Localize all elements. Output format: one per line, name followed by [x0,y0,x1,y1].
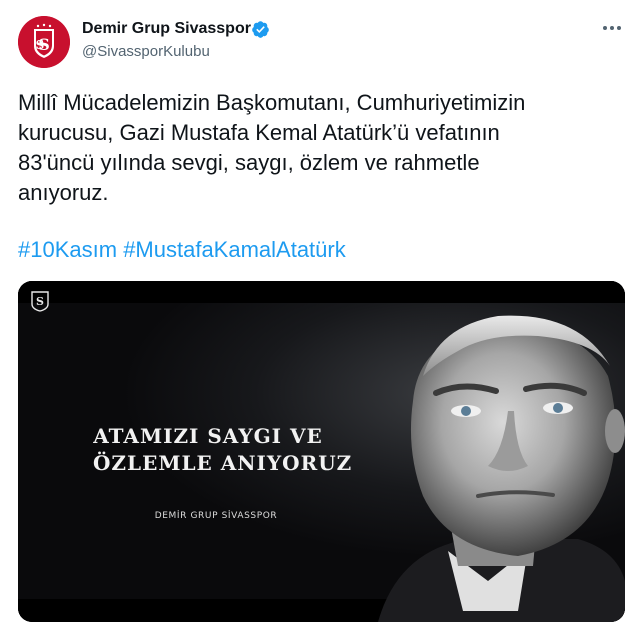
tweet-text-line: 83'üncü yılında sevgi, saygı, özlem ve r… [18,150,480,175]
tweet-text: Millî Mücadelemizin Başkomutanı, Cumhuri… [18,88,618,208]
author-display-name[interactable]: Demir Grup Sivasspor [82,20,251,38]
media-title-line: ÖZLEMLE ANIYORUZ [93,451,353,475]
media-title: ATAMIZI SAYGI VE ÖZLEMLE ANIYORUZ [93,423,353,477]
tweet-media-image[interactable]: S ATAMIZI SAYGI VE ÖZLEMLE ANIYORUZ DEMİ… [18,281,625,622]
sivasspor-logo-icon: S S [18,16,70,68]
hashtag-10kasim[interactable]: #10Kasım [18,237,117,262]
more-dot-icon [603,26,607,30]
tweet-text-line: Millî Mücadelemizin Başkomutanı, Cumhuri… [18,90,526,115]
more-dot-icon [617,26,621,30]
tweet-text-line: kurucusu, Gazi Mustafa Kemal Atatürk’ü v… [18,120,500,145]
verified-badge-icon [252,21,269,38]
more-dot-icon [610,26,614,30]
svg-text:S: S [36,38,45,52]
media-brand-text: DEMİR GRUP SİVASSPOR [154,511,278,521]
more-options-button[interactable] [598,18,626,38]
avatar[interactable]: S S [18,16,70,68]
hashtags: #10Kasım #MustafaKamalAtatürk [18,235,346,265]
hashtag-mustafakamalataturk[interactable]: #MustafaKamalAtatürk [123,237,346,262]
media-title-line: ATAMIZI SAYGI VE [93,424,323,448]
sivasspor-watermark-icon: S [31,291,49,312]
tweet-text-line: anıyoruz. [18,180,109,205]
author-handle[interactable]: @SivassporKulubu [82,43,210,60]
tweet: S S Demir Grup Sivasspor @SivassporKulub… [0,0,640,636]
svg-text:S: S [36,295,44,308]
